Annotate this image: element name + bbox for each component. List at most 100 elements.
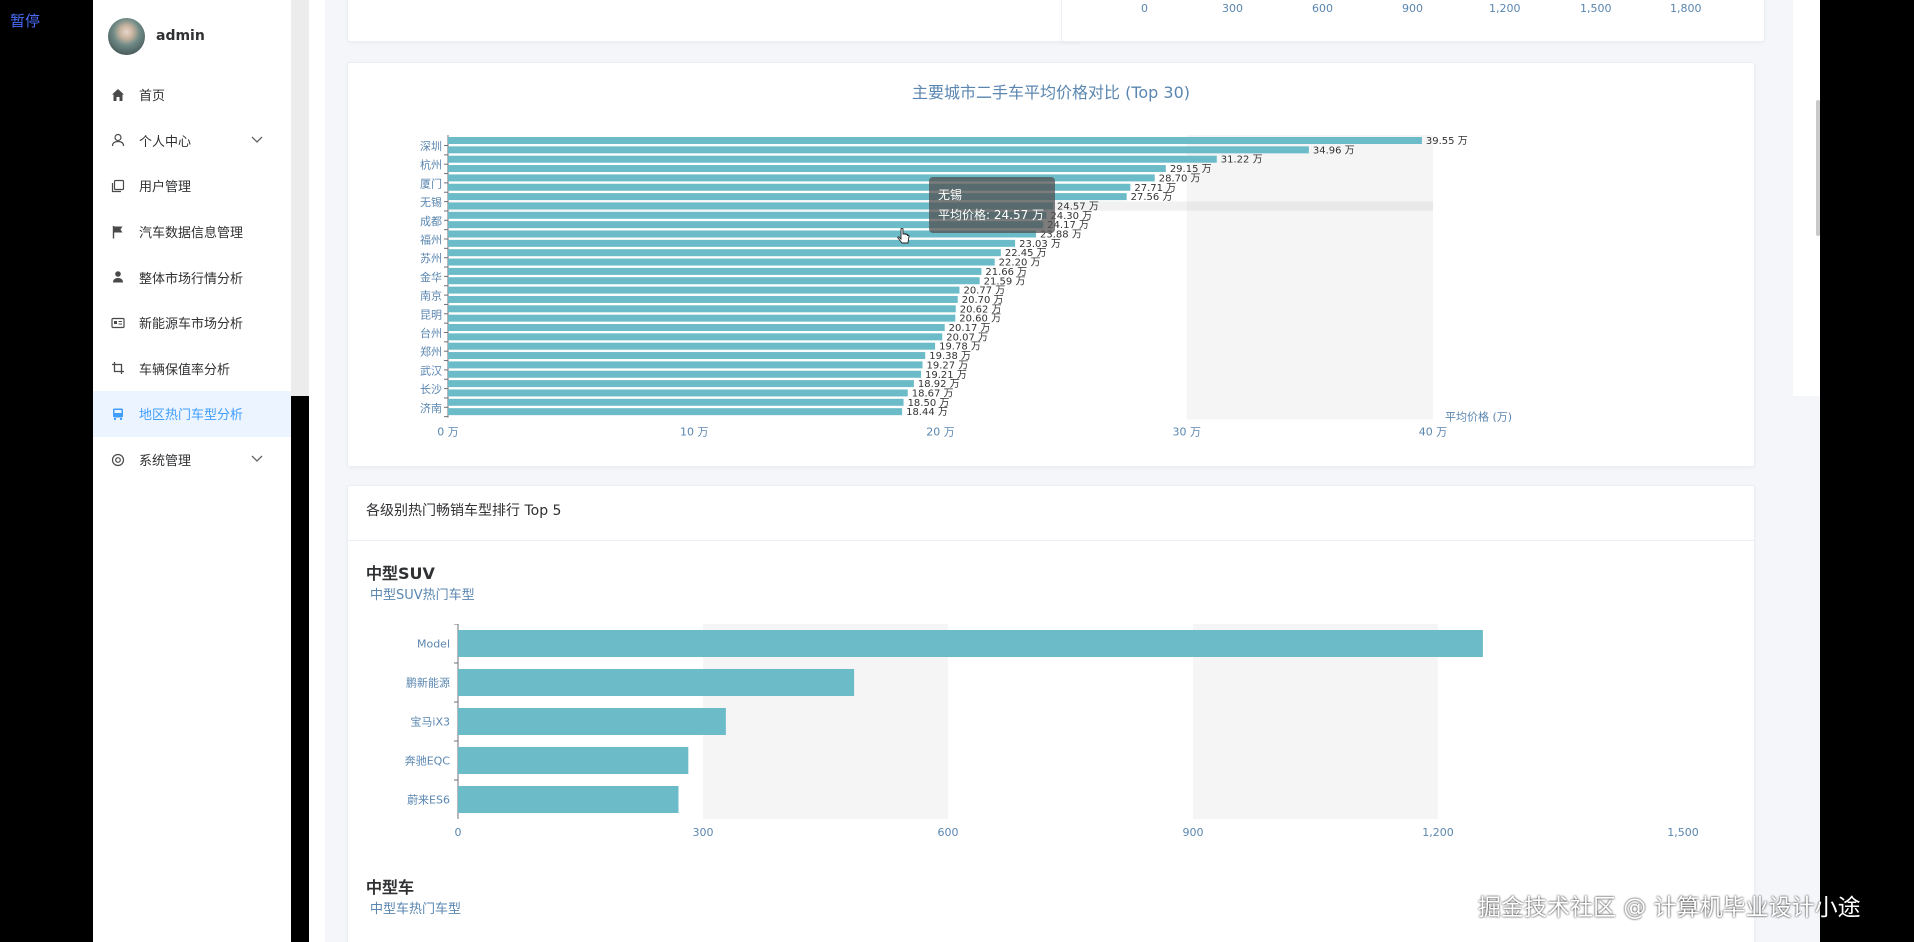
bar <box>448 389 908 397</box>
split-area <box>1186 135 1433 420</box>
tick-label: 1,200 <box>1489 2 1521 15</box>
x-tick-label: 0 万 <box>437 426 459 439</box>
y-tick-label: 苏州 <box>420 252 442 265</box>
tick-label: 300 <box>1222 2 1243 15</box>
watermark: 掘金技术社区 @ 计算机毕业设计小途 <box>1478 895 1861 921</box>
home-icon <box>110 87 126 103</box>
bar <box>458 747 689 774</box>
x-tick-label: 1,200 <box>1422 826 1454 839</box>
x-tick-label: 20 万 <box>926 426 955 439</box>
sidebar-item-retention[interactable]: 车辆保值率分析 <box>93 346 291 392</box>
data-label: 27.56 万 <box>1131 192 1173 203</box>
suv-models-chart[interactable]: Model 鹏新能源宝马iX3 奔驰EQC 蔚来ES6 0 300 600 900 1,200 1… <box>348 624 1754 854</box>
data-label: 18.44 万 <box>906 407 948 418</box>
sidebar-item-label: 车辆保值率分析 <box>139 362 231 378</box>
data-label: 31.22 万 <box>1221 155 1263 166</box>
pause-label[interactable]: 暂停 <box>10 10 40 31</box>
tooltip-value: 平均价格: 24.57 万 <box>938 208 1045 222</box>
bar <box>448 286 960 294</box>
bar <box>448 146 1309 154</box>
sidebar-item-system[interactable]: 系统管理 <box>93 437 291 483</box>
y-tick-label: 鹏新能源 <box>406 676 450 690</box>
sidebar-scrollbar[interactable] <box>291 0 309 396</box>
sidebar-item-regional-models[interactable]: 地区热门车型分析 <box>93 391 291 437</box>
sidebar-item-label: 新能源车市场分析 <box>139 317 244 333</box>
flag-icon <box>110 224 126 240</box>
y-tick-label: 成都 <box>420 215 442 228</box>
sidebar-item-label: 首页 <box>139 89 166 105</box>
city-price-chart[interactable]: 主要城市二手车平均价格对比 (Top 30) 39.55 万 34.96 万 31.… <box>348 63 1754 466</box>
bar <box>458 630 1483 657</box>
user-icon <box>110 132 126 148</box>
y-tick-label: 南京 <box>420 289 442 303</box>
x-tick-label: 300 <box>693 826 714 839</box>
x-tick-label: 600 <box>938 826 959 839</box>
y-tick-label: 金华 <box>420 270 442 284</box>
sidebar-item-nev[interactable]: 新能源车市场分析 <box>93 300 291 346</box>
sidebar-item-home[interactable]: 首页 <box>93 72 291 118</box>
bar <box>448 295 958 303</box>
page-scrollbar-thumb[interactable] <box>1816 100 1820 236</box>
bar <box>448 361 923 369</box>
bar <box>458 786 679 813</box>
person-icon <box>110 269 126 285</box>
partial-axis: 0 300 600 900 1,200 1,500 1,800 <box>1141 2 1702 15</box>
bar <box>448 239 1016 247</box>
x-tick-label: 900 <box>1183 826 1204 839</box>
section-subtitle-sedan: 中型车热门车型 <box>370 902 462 917</box>
chart-tooltip: 无锡 平均价格: 24.57 万 <box>929 177 1055 233</box>
bar <box>448 370 922 378</box>
sidebar-item-users[interactable]: 用户管理 <box>93 163 291 209</box>
y-tick-label: 深圳 <box>420 140 442 153</box>
y-tick-label: 台州 <box>420 326 442 340</box>
section-title-suv: 中型SUV <box>366 564 435 583</box>
bar <box>448 314 956 322</box>
bar <box>448 324 945 331</box>
bar <box>448 155 1217 163</box>
y-tick-label: 宝马iX3 <box>410 715 450 729</box>
y-tick-label: 奔驰EQC <box>405 754 451 768</box>
tooltip-city: 无锡 <box>938 188 963 202</box>
bar <box>448 333 943 341</box>
bar <box>448 137 1422 144</box>
data-label: 39.55 万 <box>1426 136 1468 147</box>
sidebar-item-market[interactable]: 整体市场行情分析 <box>93 254 291 300</box>
y-tick-label: 武汉 <box>420 364 442 377</box>
id-card-icon <box>110 315 126 331</box>
sidebar-item-label: 系统管理 <box>139 454 192 470</box>
tick-label: 600 <box>1312 2 1333 15</box>
sidebar-item-label: 整体市场行情分析 <box>139 271 244 287</box>
username: admin <box>156 28 205 44</box>
bar <box>448 305 956 313</box>
y-tick-label: 杭州 <box>420 158 442 172</box>
settings-icon <box>110 452 126 468</box>
avatar[interactable] <box>108 17 145 55</box>
x-axis-name: 平均价格 (万) <box>1445 410 1512 424</box>
y-tick-label: 长沙 <box>420 383 442 396</box>
bar <box>448 277 980 285</box>
sidebar-item-label: 地区热门车型分析 <box>139 408 244 424</box>
partial-card-right: 0 300 600 900 1,200 1,500 1,800 <box>1061 0 1765 42</box>
sidebar-menu: 首页 个人中心 用户管理 汽车数据信息管理 整体市场行情分析 新能源车市场分析 … <box>93 72 291 482</box>
sidebar-item-profile[interactable]: 个人中心 <box>93 118 291 164</box>
bar <box>448 165 1166 173</box>
section-subtitle-suv: 中型SUV热门车型 <box>370 588 475 603</box>
card-header: 各级别热门畅销车型排行 Top 5 <box>366 503 562 519</box>
y-tick-label: 郑州 <box>420 345 442 359</box>
tick-label: 0 <box>1141 2 1148 15</box>
x-tick-label: 30 万 <box>1173 426 1202 439</box>
divider <box>348 540 1754 541</box>
tick-label: 1,500 <box>1580 2 1612 15</box>
y-tick-label: 蔚来ES6 <box>407 794 450 807</box>
sidebar-item-car-data[interactable]: 汽车数据信息管理 <box>93 209 291 255</box>
bar <box>448 408 903 416</box>
y-tick-label: 昆明 <box>420 308 442 321</box>
chevron-down-icon <box>251 452 263 467</box>
y-tick-label: 无锡 <box>420 195 442 209</box>
partial-card-left <box>347 0 1082 42</box>
sidebar-item-label: 用户管理 <box>139 180 192 196</box>
x-tick-label: 0 <box>455 826 462 839</box>
content-gutter <box>309 0 325 942</box>
user-info: admin <box>93 0 291 72</box>
y-tick-label: 福州 <box>420 233 442 247</box>
